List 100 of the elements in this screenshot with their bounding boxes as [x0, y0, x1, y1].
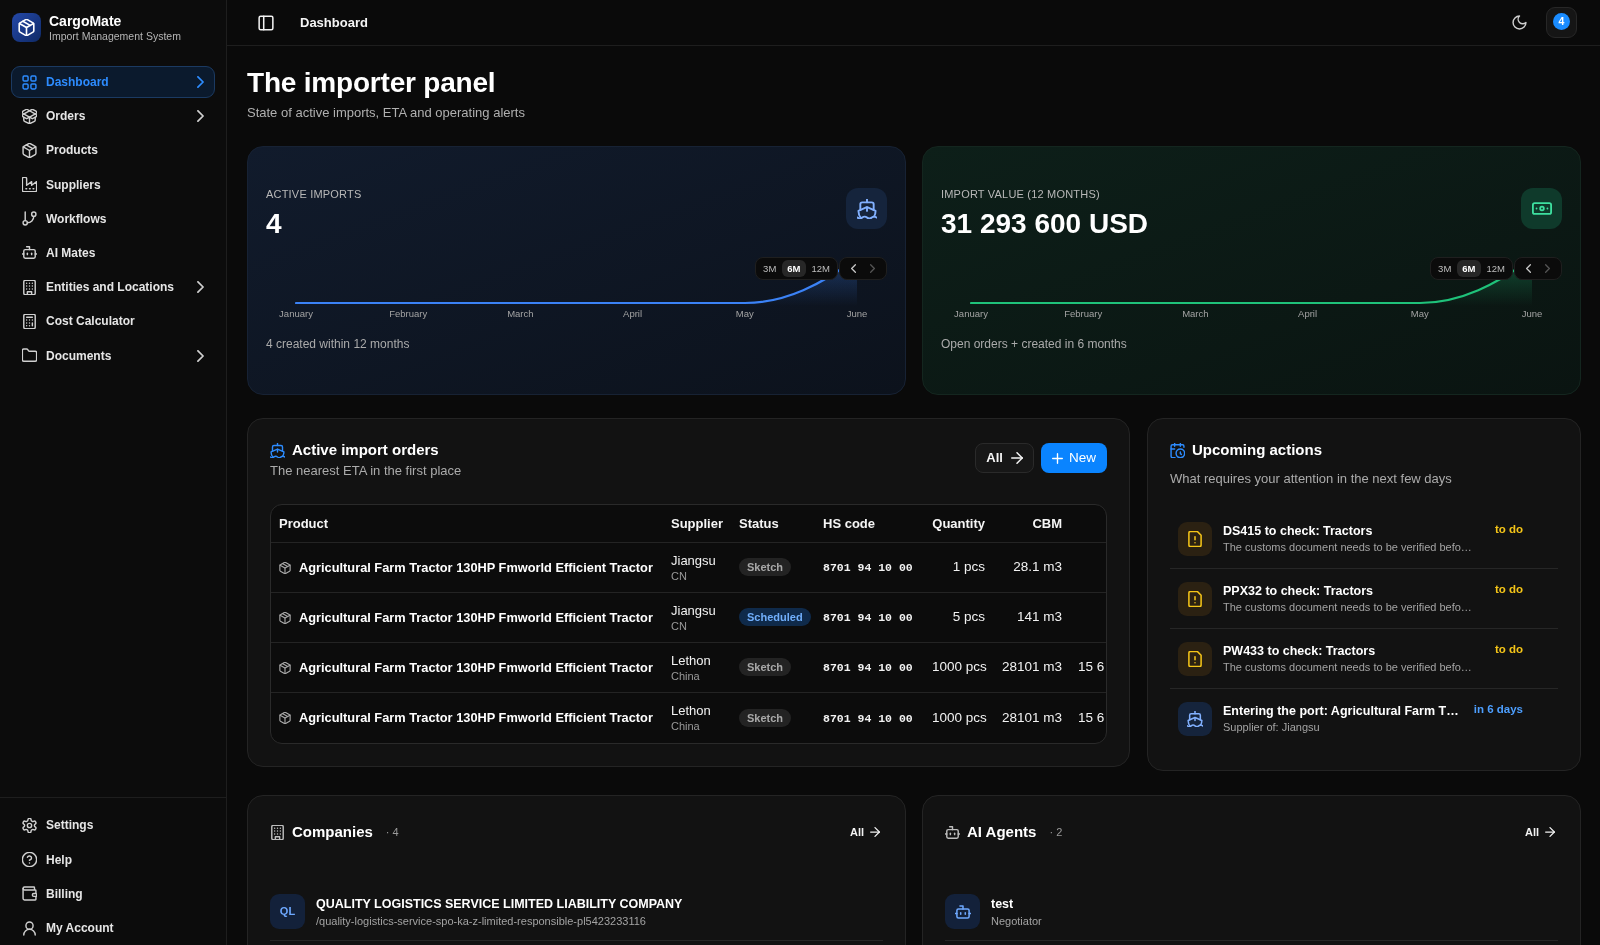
hs-code: 8701 94 10 00 — [823, 711, 913, 725]
app-tagline: Import Management System — [49, 29, 181, 43]
robot-icon — [22, 245, 37, 261]
chevron-right-icon — [1545, 264, 1550, 273]
package-icon — [279, 561, 291, 574]
nav-item[interactable]: Workflows — [11, 202, 215, 235]
range-tab[interactable]: 6M — [782, 260, 806, 277]
view-all-link[interactable]: All — [1524, 823, 1555, 841]
company-avatar: QL — [270, 894, 305, 929]
chevron-right-icon — [197, 76, 204, 88]
action-title[interactable]: PPX32 to check: Tractors — [1223, 582, 1484, 600]
item-count: · 2 — [1049, 824, 1063, 840]
product-name: Agricultural Farm Tractor 130HP Fmworld Efficient Tractor — [299, 709, 653, 728]
status-badge: Sketch — [739, 658, 792, 677]
supplier-country: CN — [671, 568, 688, 583]
action-description: The customs document needs to be verified befo… — [1223, 659, 1473, 675]
stat-label: IMPORT VALUE (12 MONTHS) — [941, 187, 1101, 201]
action-title[interactable]: DS415 to check: Tractors — [1223, 522, 1484, 540]
chevron-right-icon — [197, 281, 204, 294]
chevron-right-icon — [870, 264, 875, 273]
panel-title: AI Agents — [967, 822, 1037, 842]
nav-item[interactable]: Billing — [11, 877, 215, 910]
banknote-icon — [1521, 188, 1562, 229]
action-title[interactable]: Entering the port: Agricultural Farm T… — [1223, 703, 1463, 720]
nav-item[interactable]: My Account — [11, 912, 215, 944]
stat-note: 4 created within 12 months — [266, 337, 411, 351]
nav-item[interactable]: Cost Calculator — [11, 305, 215, 338]
month-label: February — [388, 307, 429, 321]
table-cell: 1 pcs — [924, 543, 993, 593]
stat-label: ACTIVE IMPORTS — [266, 187, 362, 201]
month-label: January — [278, 307, 314, 321]
building-icon — [22, 279, 37, 295]
chevron-left-icon — [1526, 264, 1531, 273]
box-icon — [22, 108, 37, 124]
sidebar-toggle-icon[interactable] — [258, 14, 274, 31]
settings-icon — [22, 817, 37, 833]
package-icon — [279, 712, 291, 724]
month-label: March — [1181, 307, 1210, 321]
table-cell-text: 28101 m3 — [1000, 708, 1063, 727]
status-badge: Sketch — [739, 558, 792, 577]
product-name: Agricultural Farm Tractor 130HP Fmworld Efficient Tractor — [299, 558, 653, 577]
nav-item[interactable]: Dashboard — [11, 66, 215, 98]
nav-item[interactable]: Entities and Locations — [11, 271, 215, 304]
range-tab[interactable]: 6M — [1457, 260, 1481, 277]
month-label: May — [1409, 307, 1430, 321]
table-cell-text: 15 6 — [1077, 708, 1106, 727]
due-label: to do — [1494, 643, 1523, 655]
month-label: March — [506, 307, 535, 321]
range-tab[interactable]: 12M — [806, 260, 835, 277]
folder-icon — [22, 348, 37, 363]
table-cell: 28.1 m3 — [993, 543, 1070, 593]
table-cell: 1000 pcs — [924, 643, 993, 693]
supplier-name: Lethon — [671, 652, 712, 669]
package-icon — [279, 611, 291, 624]
user-icon — [22, 920, 37, 936]
view-all-link[interactable]: All — [849, 823, 880, 841]
company-name[interactable]: QUALITY LOGISTICS SERVICE LIMITED LIABILITY COMPANY — [316, 895, 683, 912]
table-cell: 15 6 — [1070, 643, 1106, 693]
due-label: to do — [1494, 583, 1523, 595]
nav-item[interactable]: Help — [11, 843, 215, 876]
nav-item[interactable]: AI Mates — [11, 236, 215, 269]
month-label: January — [953, 307, 989, 321]
page-title: The importer panel — [247, 66, 497, 100]
action-title[interactable]: PW433 to check: Tractors — [1223, 642, 1484, 660]
wallet-icon — [22, 886, 37, 902]
agent-name[interactable]: test — [991, 895, 1042, 912]
table-cell-text: 1000 pcs — [931, 708, 988, 727]
calendar-clock-icon — [1170, 442, 1185, 458]
view-all-button[interactable]: All — [975, 443, 1034, 473]
range-tab[interactable]: 12M — [1481, 260, 1510, 277]
nav-item[interactable]: Suppliers — [11, 168, 215, 201]
stat-note: Open orders + created in 6 months — [941, 337, 1128, 351]
ship-icon — [846, 188, 887, 229]
panel-title: Upcoming actions — [1192, 440, 1322, 460]
nav-item[interactable]: Products — [11, 134, 215, 167]
range-tab[interactable]: 3M — [758, 260, 782, 277]
new-order-button[interactable]: New — [1041, 443, 1107, 473]
plus-icon — [1052, 452, 1063, 464]
supplier-country: China — [671, 668, 701, 683]
product-name: Agricultural Farm Tractor 130HP Fmworld Efficient Tractor — [299, 658, 653, 677]
column-header: Product — [271, 505, 663, 543]
nav-item[interactable]: Orders — [11, 100, 215, 133]
panel-subtitle: The nearest ETA in the first place — [270, 462, 462, 480]
nav-item[interactable]: Settings — [11, 809, 215, 842]
branch-icon — [22, 211, 37, 227]
robot-icon — [945, 824, 960, 840]
grid-icon — [22, 74, 37, 90]
column-header: Status — [731, 505, 815, 543]
month-label: April — [622, 307, 644, 321]
agent-role: Negotiator — [991, 913, 1042, 928]
status-badge: Sketch — [739, 708, 792, 727]
moon-icon[interactable] — [1512, 15, 1527, 30]
arrow-right-icon — [1545, 827, 1555, 837]
month-label: May — [734, 307, 755, 321]
hs-code: 8701 94 10 00 — [823, 661, 913, 675]
range-tab[interactable]: 3M — [1433, 260, 1457, 277]
package-icon — [279, 661, 291, 674]
chevron-right-icon — [197, 110, 204, 123]
nav-item[interactable]: Documents — [11, 339, 215, 372]
supplier-country: China — [671, 719, 701, 733]
